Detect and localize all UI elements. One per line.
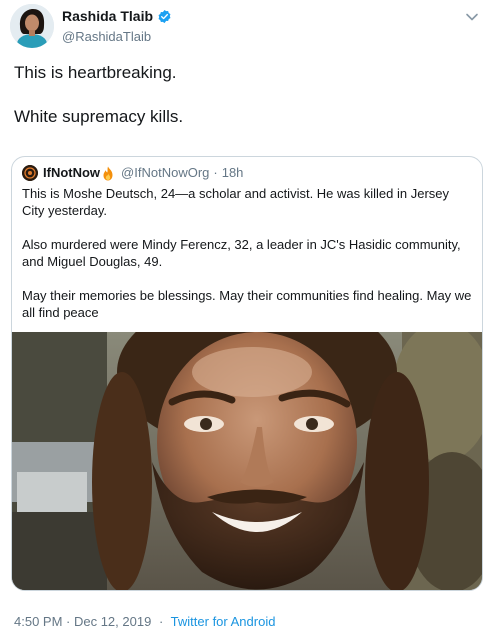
tweet-paragraph: White supremacy kills. (14, 107, 184, 126)
quoted-tweet-text: This is Moshe Deutsch, 24—a scholar and … (22, 185, 472, 321)
quoted-author-handle[interactable]: @IfNotNowOrg (121, 165, 209, 181)
author-avatar[interactable] (10, 4, 54, 48)
author-info: Rashida Tlaib @RashidaTlaib (62, 8, 172, 45)
verified-badge-icon (158, 9, 171, 24)
quoted-tweet-photo[interactable] (12, 332, 482, 590)
tweet-card: Rashida Tlaib @RashidaTlaib This is hear… (0, 0, 493, 641)
quoted-author-avatar[interactable] (22, 165, 38, 181)
quoted-tweet-header: IfNotNow @IfNotNowOrg · 18h (22, 165, 243, 181)
author-handle[interactable]: @RashidaTlaib (62, 28, 172, 45)
tweet-source-link[interactable]: Twitter for Android (171, 614, 276, 629)
quoted-paragraph: Also murdered were Mindy Ferencz, 32, a … (22, 237, 461, 269)
tweet-meta: 4:50 PM · Dec 12, 2019 · Twitter for And… (14, 614, 275, 630)
quoted-paragraph: This is Moshe Deutsch, 24—a scholar and … (22, 186, 450, 218)
quoted-timestamp[interactable]: 18h (222, 165, 244, 181)
fire-emoji-icon (103, 166, 113, 180)
quoted-paragraph: May their memories be blessings. May the… (22, 288, 472, 320)
author-name[interactable]: Rashida Tlaib (62, 8, 153, 25)
quoted-author-name[interactable]: IfNotNow (43, 165, 100, 181)
quoted-separator: · (213, 165, 218, 180)
chevron-down-icon[interactable] (465, 10, 479, 24)
quoted-tweet[interactable]: IfNotNow @IfNotNowOrg · 18h This is Mosh… (11, 156, 483, 591)
author-name-row[interactable]: Rashida Tlaib (62, 8, 172, 25)
tweet-timestamp[interactable]: 4:50 PM · Dec 12, 2019 (14, 614, 151, 629)
tweet-paragraph: This is heartbreaking. (14, 63, 177, 82)
tweet-text: This is heartbreaking. White supremacy k… (14, 62, 474, 128)
meta-separator: · (158, 614, 164, 629)
